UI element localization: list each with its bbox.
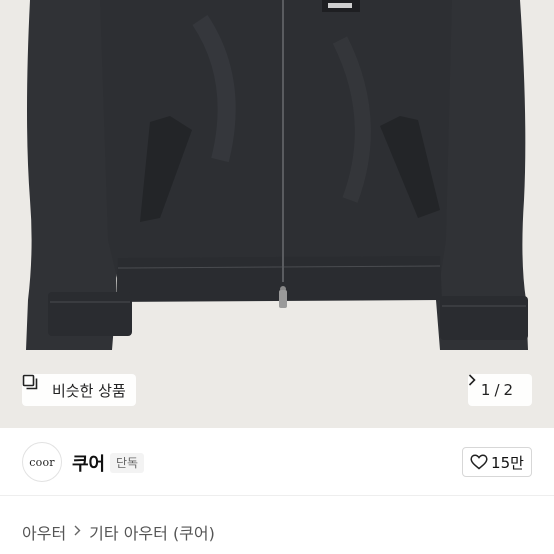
jacket-photo <box>26 0 528 350</box>
similar-items-label: 비슷한 상품 <box>52 381 126 400</box>
breadcrumb-category[interactable]: 아우터 <box>22 520 66 544</box>
image-page-counter[interactable]: 1 / 2 <box>468 374 532 406</box>
brand-name[interactable]: 쿠어 <box>72 450 105 476</box>
brand-logo-text: coor <box>29 455 55 469</box>
brand-logo[interactable]: coor <box>22 442 62 482</box>
page-separator: / <box>494 381 500 399</box>
like-count: 15만 <box>491 453 524 472</box>
exclusive-badge: 단독 <box>110 453 145 473</box>
similar-items-icon <box>22 374 46 398</box>
product-image[interactable]: 비슷한 상품 1 / 2 <box>0 0 554 428</box>
total-pages: 2 <box>503 381 514 399</box>
current-page: 1 <box>480 381 491 399</box>
similar-items-button[interactable]: 비슷한 상품 <box>22 374 136 406</box>
breadcrumb: 아우터 기타 아우터 (쿠어) <box>22 520 215 544</box>
heart-icon <box>470 454 488 470</box>
like-button[interactable]: 15만 <box>462 447 532 477</box>
chevron-right-icon <box>74 524 81 540</box>
breadcrumb-subcategory[interactable]: 기타 아우터 (쿠어) <box>89 520 215 544</box>
